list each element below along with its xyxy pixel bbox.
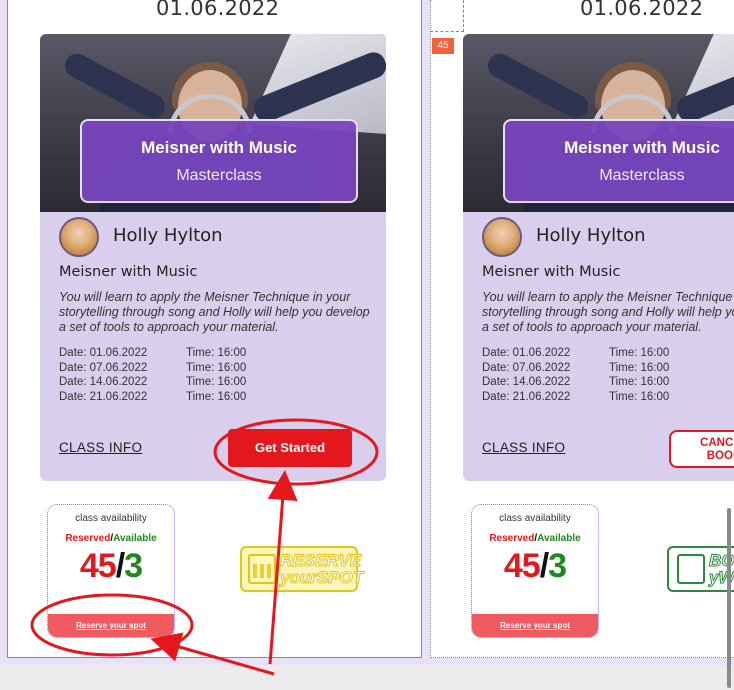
schedule-row: Date: 01.06.2022 Time: 16:00 — [482, 347, 670, 359]
availability-legend: Reserved/Available — [489, 533, 581, 544]
class-schedule: Date: 01.06.2022 Time: 16:00 Date: 07.06.… — [482, 347, 669, 405]
availability-count: 45/3 — [503, 547, 567, 585]
bottom-bar — [0, 665, 734, 690]
class-schedule: Date: 01.06.2022 Time: 16:00 Date: 07.06.… — [59, 347, 246, 405]
banner-subtitle: Masterclass — [599, 167, 685, 184]
class-panel-2: 01.06.2022 Meisner with Music Masterclas… — [430, 0, 734, 658]
availability-widget: class availability Reserved/Available 45… — [471, 504, 599, 638]
schedule-row: Date: 07.06.2022 Time: 16:00 — [482, 361, 670, 374]
reserve-your-spot-link[interactable]: Reserve your spot — [472, 614, 598, 637]
schedule-row: Date: 14.06.2022 Time: 16:00 — [482, 376, 670, 388]
calendar-icon — [248, 554, 276, 584]
scrollbar[interactable] — [727, 508, 731, 688]
booked-logo[interactable]: BO yW — [667, 546, 734, 592]
schedule-row: Date: 07.06.2022 Time: 16:00 — [59, 361, 247, 374]
availability-legend: Reserved/Available — [65, 533, 157, 544]
teacher-name: Holly Hylton — [536, 225, 646, 246]
availability-label: class availability — [499, 513, 571, 524]
banner-title: Meisner with Music — [564, 138, 720, 157]
class-title: Meisner with Music — [482, 264, 621, 280]
teacher-name: Holly Hylton — [113, 225, 223, 246]
class-description: You will learn to apply the Meisner Tech… — [482, 290, 734, 334]
class-banner: Meisner with Music Masterclass — [503, 119, 734, 203]
guide-line — [430, 31, 464, 32]
class-banner: Meisner with Music Masterclass — [80, 119, 358, 203]
class-title: Meisner with Music — [59, 264, 198, 280]
banner-subtitle: Masterclass — [176, 167, 262, 184]
guide-line — [463, 0, 465, 32]
avatar — [59, 217, 99, 257]
schedule-row: Date: 21.06.2022 Time: 16:00 — [59, 390, 247, 403]
availability-label: class availability — [75, 513, 147, 524]
availability-count: 45/3 — [79, 547, 143, 585]
availability-widget: class availability Reserved/Available 45… — [47, 504, 175, 638]
schedule-row: Date: 14.06.2022 Time: 16:00 — [59, 376, 247, 388]
banner-title: Meisner with Music — [141, 138, 297, 157]
date-heading: 01.06.2022 — [156, 0, 280, 20]
class-info-link[interactable]: CLASS INFO — [59, 440, 142, 455]
reserve-your-spot-logo[interactable]: RESERVE yourSPOT — [240, 546, 364, 592]
reserve-your-spot-link[interactable]: Reserve your spot — [48, 614, 174, 637]
date-heading: 01.06.2022 — [580, 0, 704, 20]
class-panel-1: 01.06.2022 Meisner with Music Masterclas… — [7, 0, 422, 658]
schedule-row: Date: 01.06.2022 Time: 16:00 — [59, 347, 247, 359]
class-info-link[interactable]: CLASS INFO — [482, 440, 565, 455]
guide-badge: 45 — [432, 38, 454, 54]
cancel-booking-button[interactable]: CANCEL BOOK — [669, 430, 734, 468]
schedule-row: Date: 21.06.2022 Time: 16:00 — [482, 390, 670, 403]
class-card: Meisner with Music Masterclass Holly Hyl… — [40, 34, 386, 481]
calendar-check-icon — [677, 554, 705, 584]
class-description: You will learn to apply the Meisner Tech… — [59, 290, 370, 334]
get-started-button[interactable]: Get Started — [228, 429, 352, 467]
class-card: Meisner with Music Masterclass Holly Hyl… — [463, 34, 734, 481]
avatar — [482, 217, 522, 257]
